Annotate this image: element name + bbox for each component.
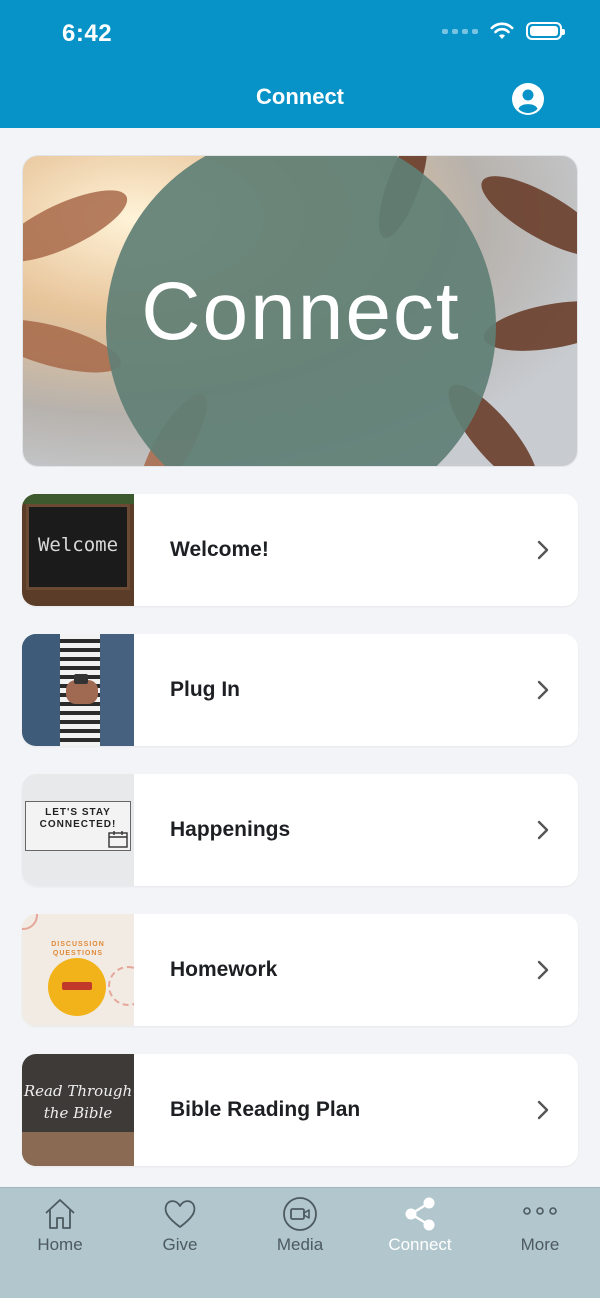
list-item-welcome[interactable]: Welcome Welcome! [22,494,578,606]
tab-more[interactable]: More [480,1188,600,1298]
hero-banner[interactable]: Connect [22,155,578,467]
battery-icon [526,22,565,40]
list-item-homework[interactable]: DISCUSSION QUESTIONS Homework [22,914,578,1026]
hero-title: Connect [141,266,461,357]
happenings-thumb-line1: LET'S STAY [45,807,111,818]
homework-thumb-line1: DISCUSSION [51,941,105,948]
chevron-right-icon [537,960,549,980]
heart-icon [164,1200,196,1228]
welcome-thumbnail: Welcome [22,494,134,606]
cellular-signal-icon [442,28,478,34]
tab-give-label: Give [162,1235,198,1254]
tab-connect-label: Connect [388,1235,452,1254]
tab-media[interactable]: Media [240,1188,360,1298]
list-item-label: Happenings [170,818,291,841]
bible-thumb-line2: the Bible [43,1104,113,1122]
homework-thumb-line2: QUESTIONS [52,950,104,957]
homework-thumbnail: DISCUSSION QUESTIONS [22,914,134,1026]
bible-reading-thumbnail: Read Through the Bible [22,1054,134,1166]
list-item-bible-reading-plan[interactable]: Read Through the Bible Bible Reading Pla… [22,1054,578,1166]
chevron-right-icon [537,540,549,560]
list-item-label: Plug In [170,678,240,701]
tab-bar: Home Give Media Connect More [0,1187,600,1298]
list-item-plug-in[interactable]: Plug In [22,634,578,746]
plug-in-thumbnail [22,634,134,746]
chevron-right-icon [537,680,549,700]
status-icons [442,22,565,40]
list-item-happenings[interactable]: LET'S STAY CONNECTED! Happenings [22,774,578,886]
list-item-label: Homework [170,958,278,981]
share-icon [405,1197,435,1231]
list-item-label: Welcome! [170,538,269,561]
header-bar: 6:42 Connect [0,0,600,128]
welcome-thumb-text: Welcome [37,534,119,556]
tab-media-label: Media [276,1235,324,1254]
tab-connect[interactable]: Connect [360,1188,480,1298]
profile-icon[interactable] [511,82,545,116]
tab-more-label: More [520,1235,560,1254]
tab-home[interactable]: Home [0,1188,120,1298]
status-time: 6:42 [62,20,113,47]
list-item-label: Bible Reading Plan [170,1098,361,1121]
chevron-right-icon [537,820,549,840]
home-icon [45,1199,75,1229]
bible-thumb-line1: Read Through [23,1082,133,1100]
tab-give[interactable]: Give [120,1188,240,1298]
happenings-thumbnail: LET'S STAY CONNECTED! [22,774,134,886]
video-icon [283,1197,317,1231]
wifi-icon [490,22,514,39]
page-title: Connect [256,84,344,109]
calendar-icon [108,831,128,848]
tab-home-label: Home [37,1235,83,1254]
more-icon [523,1207,557,1215]
chevron-right-icon [537,1100,549,1120]
